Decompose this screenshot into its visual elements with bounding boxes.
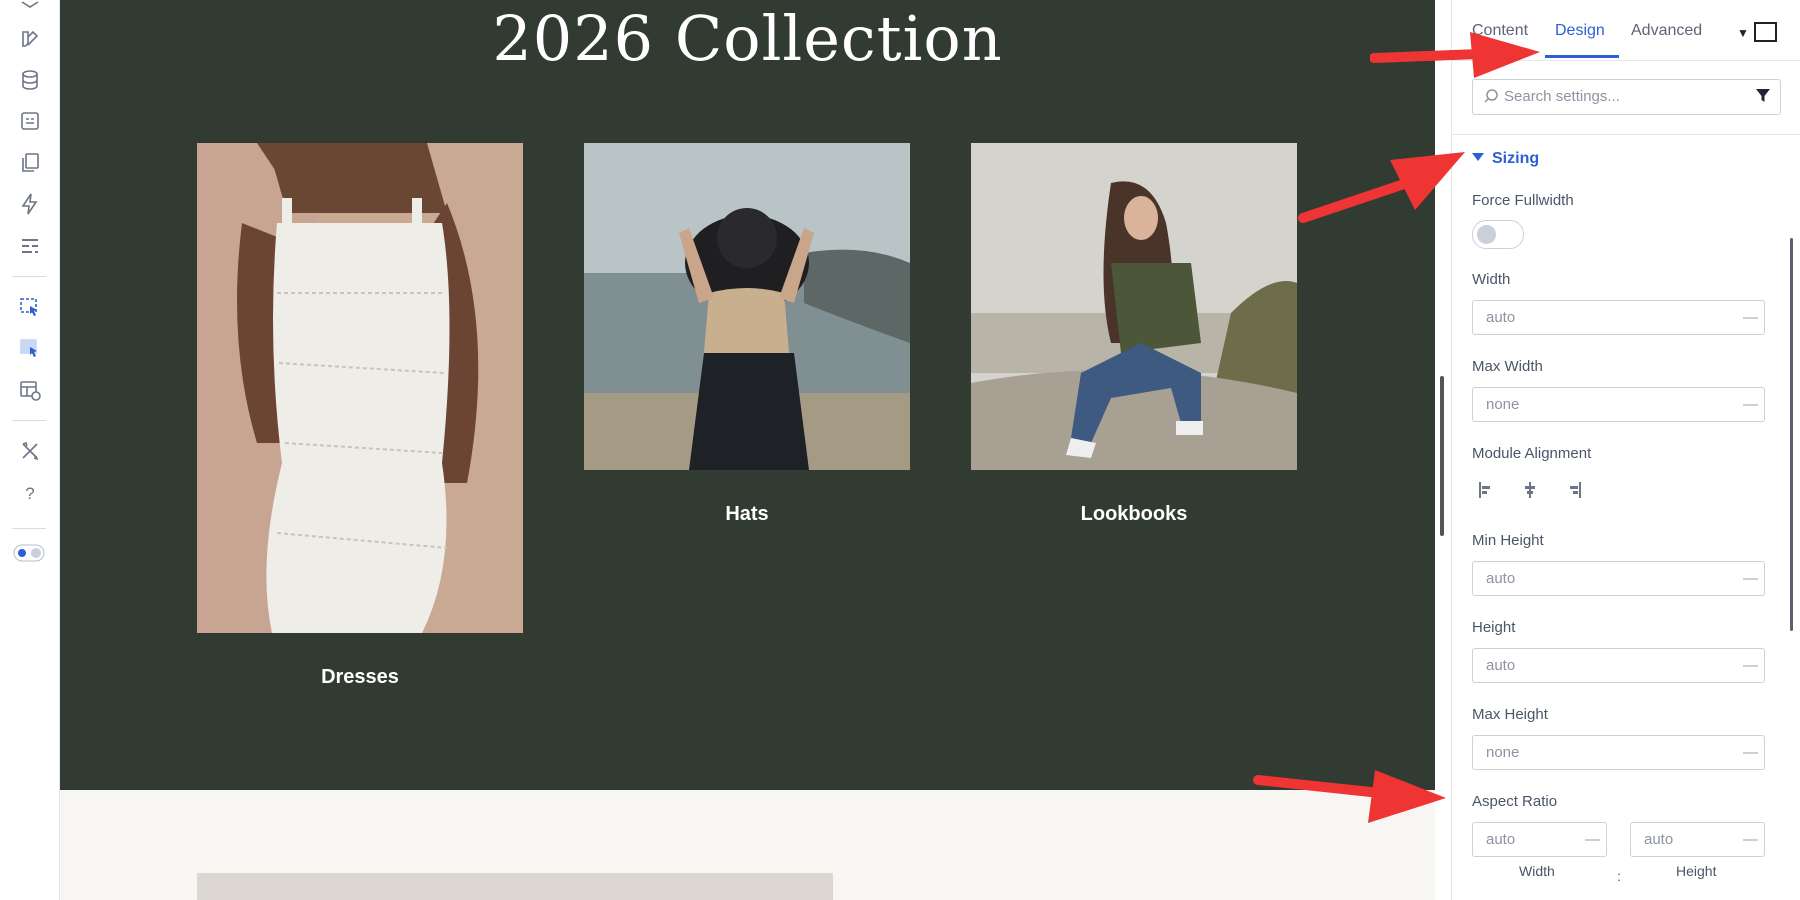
toggle-knob [1477, 225, 1496, 244]
max-height-input[interactable]: none — [1472, 735, 1765, 770]
aspect-ratio-label: Aspect Ratio [1472, 793, 1558, 810]
align-right-icon[interactable] [1563, 480, 1583, 500]
aspect-separator: : [1617, 868, 1621, 884]
section-divider [1452, 134, 1800, 135]
force-fullwidth-label: Force Fullwidth [1472, 192, 1574, 209]
form-icon[interactable] [17, 108, 43, 134]
square-icon[interactable] [1754, 22, 1777, 42]
toolbar-divider [12, 528, 46, 529]
panel-scrollbar[interactable] [1790, 238, 1793, 631]
collection-label[interactable]: Hats [584, 503, 910, 526]
unit-dash-icon[interactable]: — [1743, 657, 1758, 674]
aspect-width-sublabel: Width [1519, 863, 1555, 879]
align-left-icon[interactable] [1477, 480, 1497, 500]
collection-label[interactable]: Dresses [197, 666, 523, 689]
builder-active-icon[interactable] [17, 336, 43, 362]
unit-dash-icon[interactable]: — [1743, 309, 1758, 326]
annotation-arrow-aspect-ratio [1253, 770, 1446, 823]
woman-sitting-rock-photo[interactable] [971, 143, 1297, 470]
annotation-arrow-sizing [1298, 152, 1465, 223]
layout-icon[interactable] [17, 233, 43, 259]
template-icon[interactable] [17, 377, 43, 403]
tools-icon[interactable] [17, 438, 43, 464]
unit-dash-icon[interactable]: — [1743, 570, 1758, 587]
builder-icon[interactable] [17, 295, 43, 321]
search-icon [1484, 89, 1498, 103]
unit-dash-icon[interactable]: — [1743, 831, 1758, 848]
pages-icon[interactable] [17, 150, 43, 176]
max-width-label: Max Width [1472, 358, 1543, 375]
toolbar-divider [12, 276, 46, 277]
height-input[interactable]: auto — [1472, 648, 1765, 683]
collection-section[interactable]: 2026 Collection Dresses Hats Lookbooks [60, 0, 1435, 790]
filter-icon[interactable] [1756, 89, 1770, 103]
collection-label[interactable]: Lookbooks [971, 503, 1297, 526]
lower-section-image[interactable] [197, 873, 833, 900]
lightning-icon[interactable] [17, 191, 43, 217]
sizing-section-header[interactable]: Sizing [1472, 150, 1539, 168]
woman-white-dress-photo[interactable] [197, 143, 523, 633]
search-input[interactable]: Search settings... [1504, 88, 1620, 105]
toolbar-divider [12, 420, 46, 421]
min-height-label: Min Height [1472, 532, 1544, 549]
width-value: auto [1486, 309, 1516, 326]
page-canvas: 2026 Collection Dresses Hats Lookbooks [60, 0, 1435, 900]
height-value: auto [1486, 657, 1516, 674]
max-width-value: none [1486, 396, 1520, 413]
left-toolbar: ? [0, 0, 60, 900]
layers-icon[interactable] [17, 0, 43, 18]
design-icon[interactable] [17, 26, 43, 52]
annotation-arrow-design [1370, 32, 1540, 78]
svg-text:?: ? [25, 484, 34, 503]
canvas-scrollbar[interactable] [1440, 376, 1444, 536]
woman-black-hat-photo[interactable] [584, 143, 910, 470]
theme-toggle-icon[interactable] [13, 540, 45, 566]
width-label: Width [1472, 271, 1511, 288]
height-label: Height [1472, 619, 1516, 636]
aspect-width-value: auto [1486, 831, 1516, 848]
unit-dash-icon[interactable]: — [1585, 831, 1600, 848]
page-title: 2026 Collection [492, 2, 1003, 75]
tab-design[interactable]: Design [1555, 22, 1605, 40]
aspect-height-value: auto [1644, 831, 1674, 848]
max-height-label: Max Height [1472, 706, 1548, 723]
aspect-ratio-width-input[interactable]: auto — [1472, 822, 1607, 857]
max-width-input[interactable]: none — [1472, 387, 1765, 422]
aspect-height-sublabel: Height [1676, 863, 1717, 879]
min-height-input[interactable]: auto — [1472, 561, 1765, 596]
aspect-ratio-height-input[interactable]: auto — [1630, 822, 1765, 857]
align-center-icon[interactable] [1520, 480, 1540, 500]
unit-dash-icon[interactable]: — [1743, 744, 1758, 761]
width-input[interactable]: auto — [1472, 300, 1765, 335]
section-title: Sizing [1492, 150, 1540, 167]
module-alignment-label: Module Alignment [1472, 445, 1592, 462]
min-height-value: auto [1486, 570, 1516, 587]
tab-advanced[interactable]: Advanced [1631, 22, 1702, 40]
help-icon[interactable]: ? [17, 480, 43, 506]
database-icon[interactable] [17, 67, 43, 93]
caret-down-icon[interactable]: ▼ [1737, 26, 1749, 40]
max-height-value: none [1486, 744, 1520, 761]
active-tab-indicator [1545, 55, 1619, 58]
force-fullwidth-toggle[interactable] [1472, 220, 1524, 249]
settings-panel: Content Design Advanced ▼ Search setting… [1451, 0, 1800, 900]
unit-dash-icon[interactable]: — [1743, 396, 1758, 413]
